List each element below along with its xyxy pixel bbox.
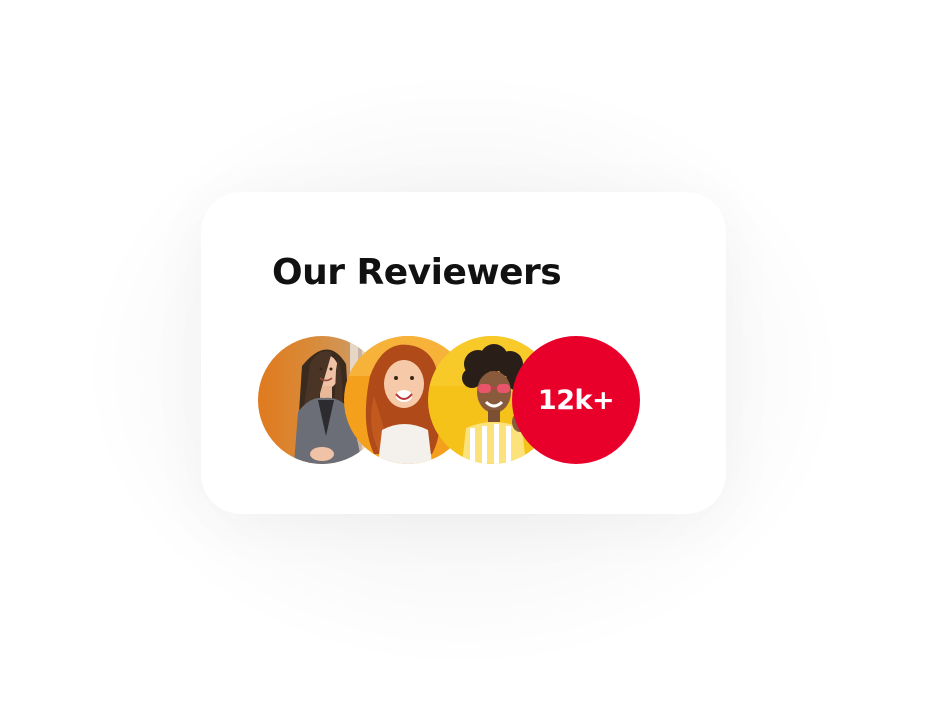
card-title: Our Reviewers (272, 252, 562, 293)
reviewer-count-badge: 12k+ (512, 336, 640, 464)
page-stage: Our Reviewers 12k+ (0, 0, 926, 722)
reviewer-avatars: 12k+ (258, 336, 643, 464)
reviewers-card: Our Reviewers 12k+ (201, 192, 726, 514)
